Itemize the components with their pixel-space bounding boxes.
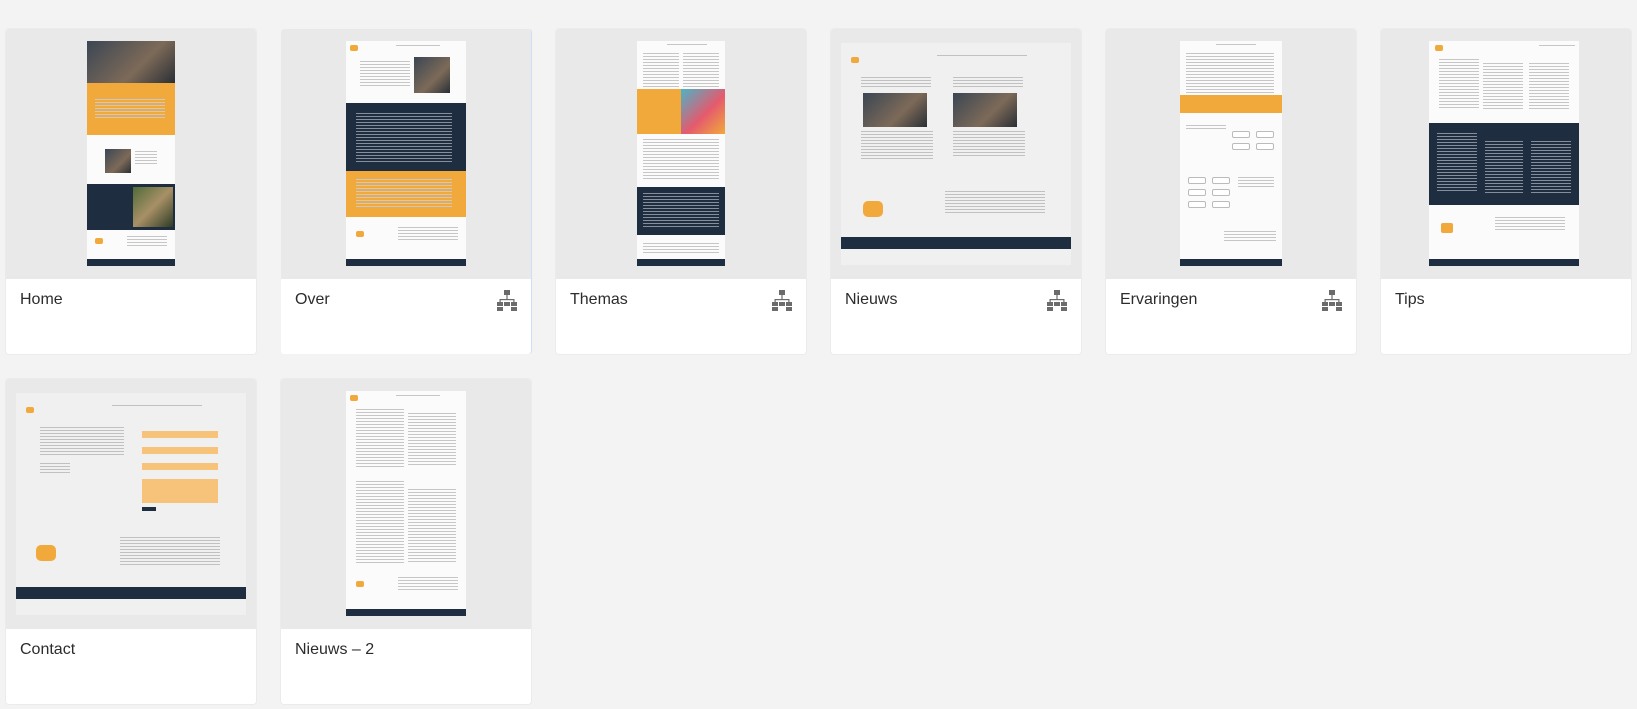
artboard-grid: Home Over Themas Nieuws Ervaringen Tips … — [0, 0, 1637, 709]
artboard-label[interactable]: Ervaringen — [1120, 291, 1197, 309]
page-preview — [346, 391, 466, 616]
page-preview — [346, 41, 466, 266]
sitemap-icon[interactable] — [1322, 289, 1342, 311]
artboard-card-over[interactable]: Over — [281, 29, 531, 354]
artboard-label[interactable]: Over — [295, 291, 330, 309]
artboard-thumbnail[interactable] — [556, 29, 806, 279]
artboard-thumbnail[interactable] — [6, 29, 256, 279]
artboard-card-themas[interactable]: Themas — [556, 29, 806, 354]
page-preview — [16, 393, 246, 615]
sitemap-icon[interactable] — [1047, 289, 1067, 311]
artboard-thumbnail[interactable] — [281, 379, 531, 629]
artboard-label[interactable]: Nieuws — [845, 291, 897, 309]
artboard-thumbnail[interactable] — [281, 29, 531, 279]
artboard-card-nieuws[interactable]: Nieuws — [831, 29, 1081, 354]
artboard-card-nieuws-2[interactable]: Nieuws – 2 — [281, 379, 531, 704]
artboard-thumbnail[interactable] — [831, 29, 1081, 279]
artboard-card-ervaringen[interactable]: Ervaringen — [1106, 29, 1356, 354]
page-preview — [87, 41, 175, 266]
sitemap-icon[interactable] — [772, 289, 792, 311]
page-preview — [841, 43, 1071, 265]
artboard-thumbnail[interactable] — [1106, 29, 1356, 279]
artboard-card-tips[interactable]: Tips — [1381, 29, 1631, 354]
page-preview — [1180, 41, 1282, 266]
artboard-card-home[interactable]: Home — [6, 29, 256, 354]
artboard-label[interactable]: Nieuws – 2 — [295, 641, 374, 659]
page-preview — [1429, 41, 1579, 266]
artboard-label[interactable]: Themas — [570, 291, 628, 309]
artboard-label[interactable]: Home — [20, 291, 63, 309]
artboard-label[interactable]: Contact — [20, 641, 75, 659]
artboard-thumbnail[interactable] — [1381, 29, 1631, 279]
artboard-card-contact[interactable]: Contact — [6, 379, 256, 704]
artboard-label[interactable]: Tips — [1395, 291, 1425, 309]
artboard-thumbnail[interactable] — [6, 379, 256, 629]
sitemap-icon[interactable] — [497, 289, 517, 311]
page-preview — [637, 41, 725, 266]
